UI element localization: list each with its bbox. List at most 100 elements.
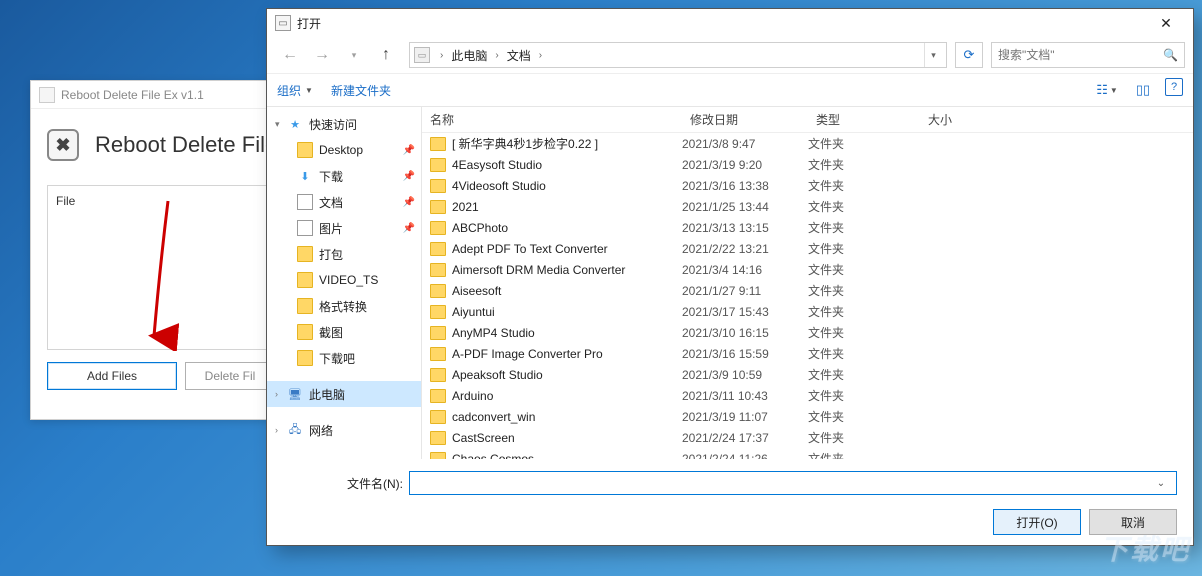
sidebar-item[interactable]: 图片📌 (267, 215, 421, 241)
chevron-right-icon: › (491, 50, 502, 61)
breadcrumb-dropdown[interactable]: ▾ (924, 43, 942, 67)
search-box[interactable]: 🔍 (991, 42, 1185, 68)
cancel-button[interactable]: 取消 (1089, 509, 1177, 535)
folder-icon (430, 431, 446, 445)
file-date: 2021/2/22 13:21 (682, 242, 808, 256)
close-button[interactable]: ✕ (1143, 10, 1189, 36)
file-name: [ 新华字典4秒1步检字0.22 ] (452, 135, 682, 152)
file-row[interactable]: Adept PDF To Text Converter2021/2/22 13:… (422, 238, 1193, 259)
sidebar-item[interactable]: VIDEO_TS (267, 267, 421, 293)
folder-icon (430, 221, 446, 235)
sidebar-this-pc[interactable]: › 🖥 此电脑 (267, 381, 421, 407)
sidebar-item[interactable]: 文档📌 (267, 189, 421, 215)
sidebar-item-label: 下载 (319, 168, 343, 185)
sidebar-item[interactable]: Desktop📌 (267, 137, 421, 163)
file-date: 2021/3/19 11:07 (682, 410, 808, 424)
column-name[interactable]: 名称 (422, 111, 682, 128)
file-row[interactable]: cadconvert_win2021/3/19 11:07文件夹 (422, 406, 1193, 427)
sidebar-item[interactable]: ⬇下载📌 (267, 163, 421, 189)
preview-pane-button[interactable]: ▯▯ (1129, 78, 1157, 102)
filename-input[interactable]: ⌄ (409, 471, 1177, 495)
pin-icon: 📌 (403, 197, 415, 208)
column-date[interactable]: 修改日期 (682, 111, 808, 128)
file-row[interactable]: 4Easysoft Studio2021/3/19 9:20文件夹 (422, 154, 1193, 175)
file-list: 名称 修改日期 类型 大小 [ 新华字典4秒1步检字0.22 ]2021/3/8… (422, 107, 1193, 459)
filename-dropdown[interactable]: ⌄ (1152, 478, 1170, 489)
file-row[interactable]: CastScreen2021/2/24 17:37文件夹 (422, 427, 1193, 448)
sidebar-item-label: 格式转换 (319, 298, 367, 315)
file-date: 2021/3/16 13:38 (682, 179, 808, 193)
sidebar-item-label: 下载吧 (319, 350, 355, 367)
add-files-button[interactable]: Add Files (47, 362, 177, 390)
dialog-titlebar: ▭ 打开 ✕ (267, 9, 1193, 37)
app-icon (39, 87, 55, 103)
back-button[interactable]: ← (275, 41, 305, 69)
column-type[interactable]: 类型 (808, 111, 920, 128)
sidebar-item[interactable]: 打包 (267, 241, 421, 267)
picture-icon (297, 220, 313, 236)
file-date: 2021/3/10 16:15 (682, 326, 808, 340)
file-name: Apeaksoft Studio (452, 368, 682, 382)
file-row[interactable]: Apeaksoft Studio2021/3/9 10:59文件夹 (422, 364, 1193, 385)
breadcrumb[interactable]: ▭ › 此电脑 › 文档 › ▾ (409, 42, 947, 68)
breadcrumb-folder[interactable]: 文档 (503, 45, 535, 66)
delete-icon: ✖ (47, 129, 79, 161)
sidebar-network[interactable]: › 🖧 网络 (267, 417, 421, 443)
open-button[interactable]: 打开(O) (993, 509, 1081, 535)
file-date: 2021/1/27 9:11 (682, 284, 808, 298)
refresh-button[interactable]: ⟳ (955, 42, 983, 68)
file-type: 文件夹 (808, 177, 920, 194)
file-type: 文件夹 (808, 240, 920, 257)
search-input[interactable] (998, 48, 1163, 62)
file-type: 文件夹 (808, 387, 920, 404)
view-options-button[interactable]: ☷▼ (1093, 78, 1121, 102)
file-name: 2021 (452, 200, 682, 214)
file-date: 2021/3/13 13:15 (682, 221, 808, 235)
file-name: CastScreen (452, 431, 682, 445)
file-row[interactable]: Aiseesoft2021/1/27 9:11文件夹 (422, 280, 1193, 301)
dialog-bottom-bar: 文件名(N): ⌄ 打开(O) 取消 (267, 459, 1193, 545)
delete-file-button[interactable]: Delete Fil (185, 362, 275, 390)
folder-icon (430, 452, 446, 460)
dialog-icon: ▭ (275, 15, 291, 31)
folder-icon (430, 179, 446, 193)
folder-icon (297, 298, 313, 314)
file-name: Adept PDF To Text Converter (452, 242, 682, 256)
file-row[interactable]: Aiyuntui2021/3/17 15:43文件夹 (422, 301, 1193, 322)
forward-button[interactable]: → (307, 41, 337, 69)
file-row[interactable]: Aimersoft DRM Media Converter2021/3/4 14… (422, 259, 1193, 280)
folder-icon (430, 326, 446, 340)
app-title: Reboot Delete File Ex v1.1 (61, 88, 204, 102)
file-type: 文件夹 (808, 450, 920, 459)
sidebar-item-label: 图片 (319, 220, 343, 237)
file-row[interactable]: 20212021/1/25 13:44文件夹 (422, 196, 1193, 217)
file-row[interactable]: 4Videosoft Studio2021/3/16 13:38文件夹 (422, 175, 1193, 196)
sidebar-item[interactable]: 格式转换 (267, 293, 421, 319)
filename-label: 文件名(N): (283, 475, 403, 492)
file-row[interactable]: AnyMP4 Studio2021/3/10 16:15文件夹 (422, 322, 1193, 343)
chevron-right-icon: › (436, 50, 447, 61)
breadcrumb-root[interactable]: 此电脑 (447, 45, 491, 66)
file-row[interactable]: Chaos Cosmos2021/2/24 11:26文件夹 (422, 448, 1193, 459)
organize-menu[interactable]: 组织▼ (277, 82, 313, 99)
file-row[interactable]: A-PDF Image Converter Pro2021/3/16 15:59… (422, 343, 1193, 364)
file-date: 2021/3/16 15:59 (682, 347, 808, 361)
new-folder-button[interactable]: 新建文件夹 (331, 82, 391, 99)
up-button[interactable]: ↑ (371, 41, 401, 69)
file-type: 文件夹 (808, 345, 920, 362)
recent-button[interactable]: ▾ (339, 41, 369, 69)
column-size[interactable]: 大小 (920, 111, 1020, 128)
folder-icon (430, 284, 446, 298)
sidebar-item[interactable]: 下载吧 (267, 345, 421, 371)
sidebar-item-label: 打包 (319, 246, 343, 263)
file-name: Chaos Cosmos (452, 452, 682, 460)
file-type: 文件夹 (808, 156, 920, 173)
file-row[interactable]: Arduino2021/3/11 10:43文件夹 (422, 385, 1193, 406)
nav-bar: ← → ▾ ↑ ▭ › 此电脑 › 文档 › ▾ ⟳ 🔍 (267, 37, 1193, 73)
folder-icon (430, 389, 446, 403)
file-row[interactable]: ABCPhoto2021/3/13 13:15文件夹 (422, 217, 1193, 238)
sidebar-quick-access[interactable]: ▾ ★ 快速访问 (267, 111, 421, 137)
file-row[interactable]: [ 新华字典4秒1步检字0.22 ]2021/3/8 9:47文件夹 (422, 133, 1193, 154)
help-button[interactable]: ? (1165, 78, 1183, 96)
sidebar-item[interactable]: 截图 (267, 319, 421, 345)
